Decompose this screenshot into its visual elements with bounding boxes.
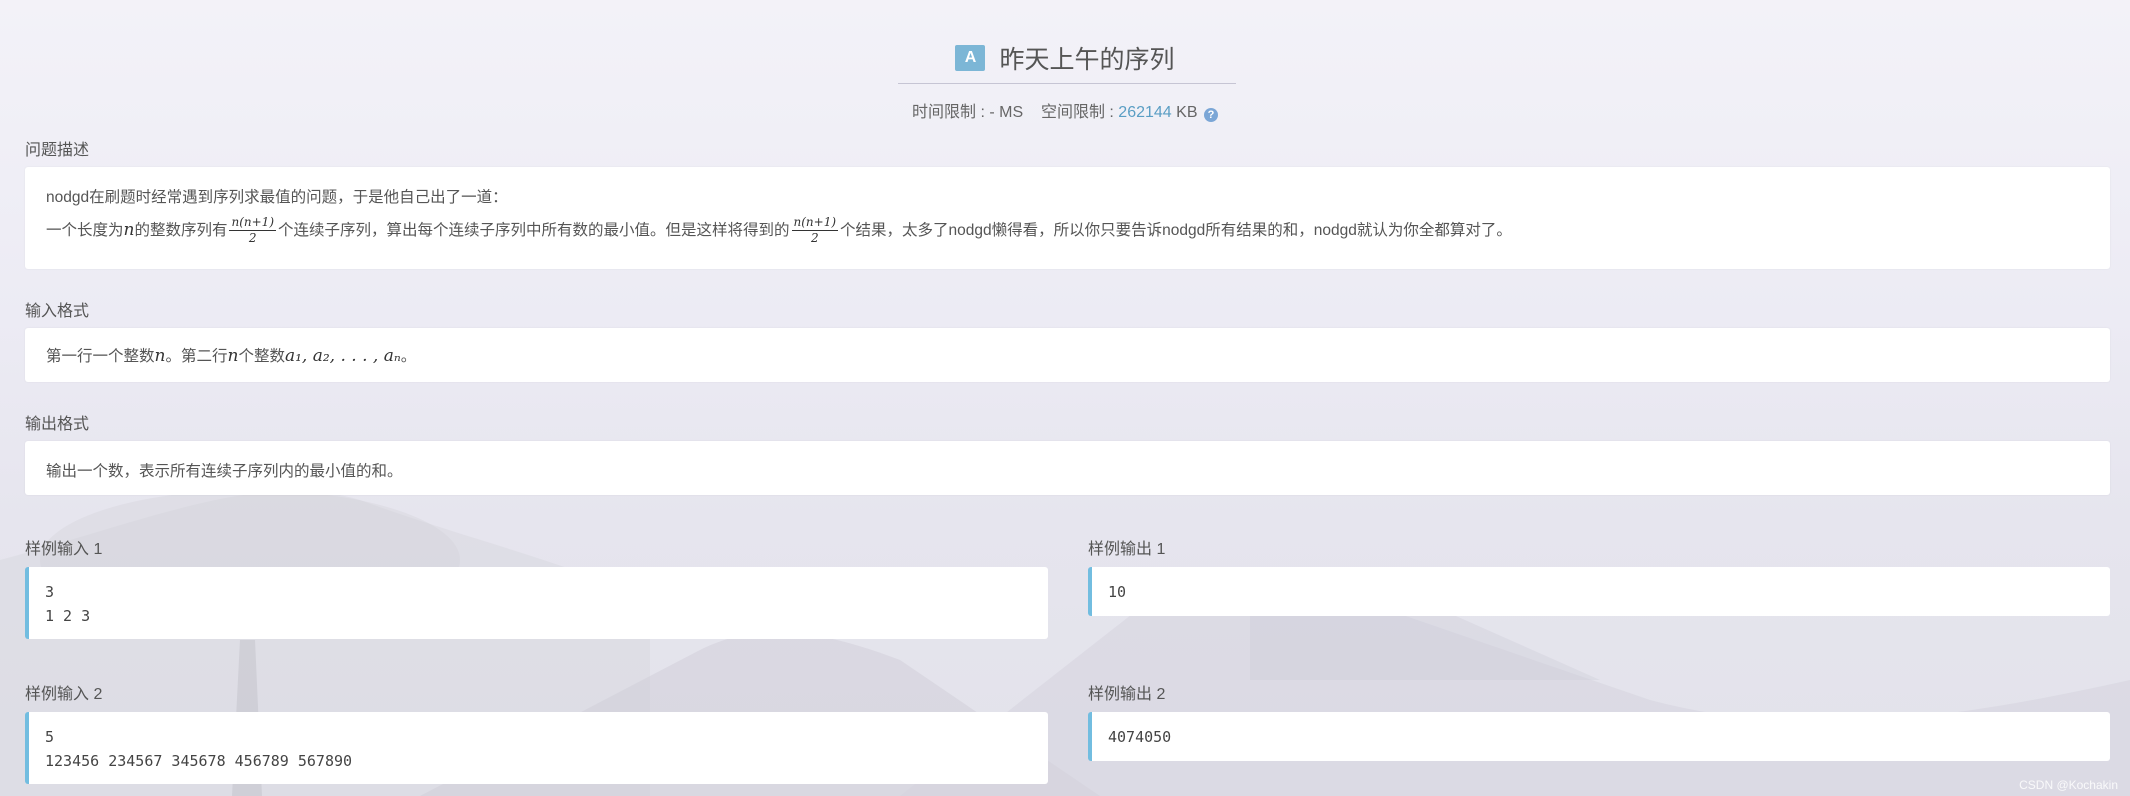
sample-output-1[interactable]: 10 [1088, 567, 2110, 616]
sample-input-1[interactable]: 3 1 2 3 [25, 567, 1048, 639]
description-text: 个连续子序列，算出每个连续子序列中所有数的最小值。但是这样将得到的 [278, 221, 790, 239]
description-text: 一个长度为 [46, 221, 124, 239]
math-var: n [227, 346, 239, 366]
problem-title: 昨天上午的序列 [999, 46, 1175, 74]
problem-index-badge: A [955, 45, 986, 71]
fraction: n(n+1) 2 [791, 215, 839, 246]
title-divider [898, 83, 1236, 84]
fraction: n(n+1) 2 [229, 215, 276, 246]
sample-output-2-heading: 样例输出 2 [1088, 686, 1166, 703]
memory-limit-label: 空间限制 : [1040, 104, 1119, 121]
output-format-heading: 输出格式 [25, 416, 90, 433]
limits-line: 时间限制 : - MS 空间限制 : 262144 KB ? [0, 98, 2130, 122]
fraction-denominator: 2 [810, 231, 819, 246]
title-row: A 昨天上午的序列 [0, 40, 2130, 76]
fraction-denominator: 2 [248, 231, 257, 246]
math-var: n [154, 346, 166, 366]
memory-unit: KB [1176, 104, 1198, 121]
input-format-part: 第一行一个整数 [46, 348, 155, 365]
description-line-1: nodgd在刷题时经常遇到序列求最值的问题，于是他自己出了一道： [46, 189, 508, 206]
math-var: n [123, 219, 135, 240]
memory-limit-value: 262144 [1118, 104, 1172, 121]
input-format-heading: 输入格式 [25, 303, 90, 320]
input-format-panel: 第一行一个整数n。第二行n个整数a₁, a₂, . . . , aₙ。 [25, 328, 2110, 382]
sample-input-2[interactable]: 5 123456 234567 345678 456789 567890 [25, 712, 1048, 784]
input-format-part: 个整数 [238, 348, 285, 365]
fraction-numerator: n(n+1) [791, 215, 839, 232]
watermark: CSDN @Kochakin [2019, 778, 2118, 792]
help-circle-icon[interactable]: ? [1203, 108, 1218, 122]
time-limit-value: - MS [989, 104, 1024, 121]
sample-input-1-heading: 样例输入 1 [25, 541, 103, 558]
sample-output-2[interactable]: 4074050 [1088, 712, 2110, 761]
time-limit-label: 时间限制 : [912, 104, 990, 121]
fraction-numerator: n(n+1) [229, 215, 276, 232]
description-heading: 问题描述 [25, 142, 90, 159]
description-text: 个结果，太多了nodgd懒得看，所以你只要告诉nodgd所有结果的和，nodgd… [840, 221, 1512, 239]
input-format-part: 。第二行 [165, 348, 228, 365]
math-sequence: a₁, a₂, . . . , aₙ [284, 346, 401, 366]
input-format-part: 。 [400, 348, 417, 365]
output-format-panel: 输出一个数，表示所有连续子序列内的最小值的和。 [25, 441, 2110, 495]
input-format-text: 第一行一个整数n。第二行n个整数a₁, a₂, . . . , aₙ。 [46, 344, 2110, 366]
sample-output-1-heading: 样例输出 1 [1088, 541, 1166, 558]
description-line-2: 一个长度为n的整数序列有 n(n+1) 2 个连续子序列，算出每个连续子序列中所有数的… [46, 215, 2110, 246]
sample-input-2-heading: 样例输入 2 [25, 686, 103, 703]
output-format-text: 输出一个数，表示所有连续子序列内的最小值的和。 [46, 463, 403, 480]
description-panel: nodgd在刷题时经常遇到序列求最值的问题，于是他自己出了一道： 一个长度为n的… [25, 167, 2110, 269]
description-text: 的整数序列有 [134, 221, 228, 239]
